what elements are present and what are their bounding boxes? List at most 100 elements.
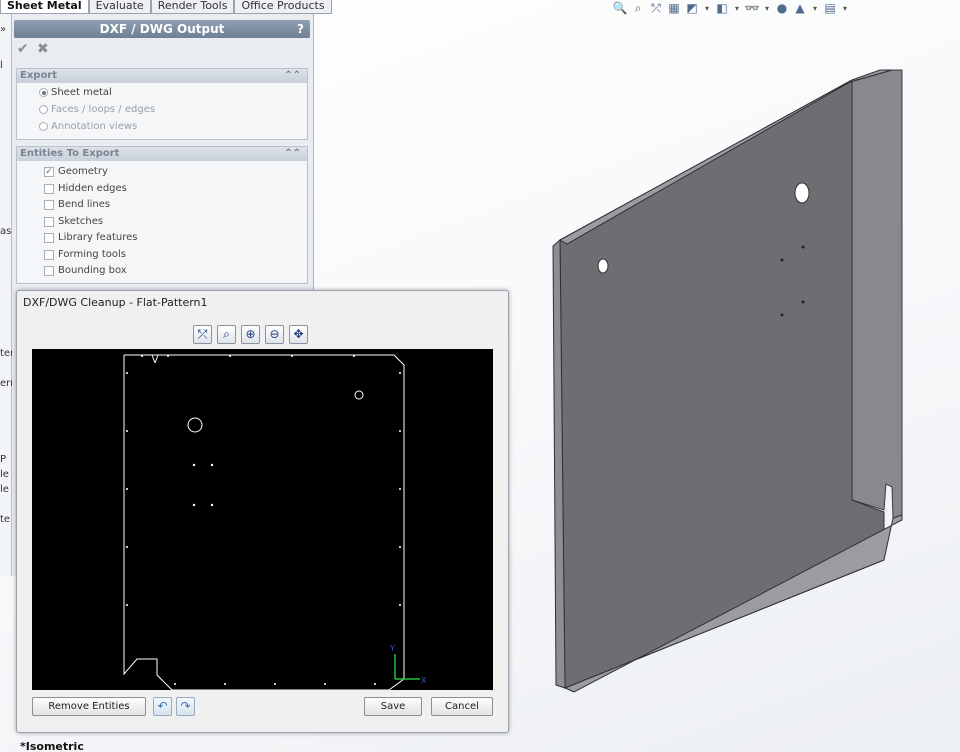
checkbox-checked-icon[interactable]: ✓ <box>44 166 54 177</box>
entities-group-header[interactable]: Entities To Export ⌃⌃ <box>17 147 307 161</box>
edge-hole <box>126 488 128 490</box>
check-sketches[interactable]: Sketches <box>44 216 103 227</box>
dropdown-arrow-icon[interactable]: ▾ <box>702 4 712 13</box>
strip-fragment: as <box>0 226 12 237</box>
collapse-icon[interactable]: ⌃⌃ <box>284 147 301 161</box>
zoom-in-out-icon[interactable]: ⊖ <box>265 325 284 344</box>
dropdown-arrow-icon[interactable]: ▾ <box>732 4 742 13</box>
x-icon[interactable]: ✖ <box>37 41 49 57</box>
check-forming-tools[interactable]: Forming tools <box>44 249 126 260</box>
radio-button[interactable] <box>39 122 48 131</box>
appearance-icon[interactable]: ● <box>774 1 790 15</box>
cancel-button[interactable]: Cancel <box>431 697 493 716</box>
zoom-area-icon[interactable]: ⌕ <box>630 1 646 16</box>
part-main-face <box>559 79 885 689</box>
edge-hole <box>224 683 226 685</box>
flat-pattern-preview[interactable]: Y X <box>32 349 493 691</box>
edge-hole <box>174 683 176 685</box>
checkbox-label: Sketches <box>58 216 104 227</box>
undo-icon[interactable]: ↶ <box>153 697 172 716</box>
save-button[interactable]: Save <box>364 697 422 716</box>
dropdown-arrow-icon[interactable]: ▾ <box>762 4 772 13</box>
small-hole <box>801 300 805 304</box>
hide-show-icon[interactable]: 👓 <box>744 1 760 15</box>
tab-evaluate[interactable]: Evaluate <box>88 0 151 14</box>
edge-hole <box>291 355 293 357</box>
entities-group-title: Entities To Export <box>20 148 120 159</box>
command-manager-tabs: Sheet Metal Evaluate Render Tools Office… <box>0 0 332 14</box>
edge-hole <box>374 683 376 685</box>
checkmark-icon[interactable]: ✔ <box>17 41 29 57</box>
hole <box>794 182 810 204</box>
radio-annotation-views[interactable]: Annotation views <box>39 121 137 132</box>
check-bend-lines[interactable]: Bend lines <box>44 199 110 210</box>
flat-pattern-drawing: Y X <box>123 354 427 691</box>
view-orientation-label: *Isometric <box>20 740 84 752</box>
zoom-area-icon[interactable]: ⊕ <box>241 325 260 344</box>
check-hidden-edges[interactable]: Hidden edges <box>44 183 127 194</box>
strip-fragment[interactable]: » <box>0 24 6 35</box>
checkbox[interactable] <box>44 249 54 260</box>
display-style-icon[interactable]: ◧ <box>714 1 730 15</box>
checkbox[interactable] <box>44 265 54 276</box>
radio-label: Annotation views <box>51 121 138 132</box>
select-icon[interactable]: ⤱ <box>193 325 212 344</box>
checkbox-label: Forming tools <box>58 249 126 260</box>
view-settings-icon[interactable]: ▤ <box>822 1 838 15</box>
dropdown-arrow-icon[interactable]: ▾ <box>810 4 820 13</box>
edge-hole <box>399 372 401 374</box>
checkbox[interactable] <box>44 183 54 194</box>
edge-hole <box>167 355 169 357</box>
radio-label: Faces / loops / edges <box>51 104 156 115</box>
notch <box>151 354 156 364</box>
redo-icon[interactable]: ↷ <box>176 697 195 716</box>
check-geometry[interactable]: ✓ Geometry <box>44 166 108 177</box>
y-axis-label: Y <box>389 644 395 653</box>
strip-fragment: P <box>0 454 7 465</box>
edge-hole <box>399 546 401 548</box>
small-hole <box>210 463 214 467</box>
pan-icon[interactable]: ✥ <box>289 325 308 344</box>
radio-button[interactable] <box>39 88 48 97</box>
previous-view-icon[interactable]: ⤱ <box>648 1 664 16</box>
edge-hole <box>126 546 128 548</box>
small-hole <box>780 313 784 317</box>
dxf-cleanup-dialog: DXF/DWG Cleanup - Flat-Pattern1 ⤱ ⌕ ⊕ ⊖ … <box>16 290 509 733</box>
view-orientation-icon[interactable]: ◩ <box>684 1 700 15</box>
radio-button[interactable] <box>39 105 48 114</box>
checkbox[interactable] <box>44 199 54 210</box>
collapse-icon[interactable]: ⌃⌃ <box>284 69 301 83</box>
help-icon[interactable]: ? <box>297 20 304 38</box>
checkbox[interactable] <box>44 232 54 243</box>
radio-faces-loops-edges[interactable]: Faces / loops / edges <box>39 104 155 115</box>
tab-render-tools[interactable]: Render Tools <box>150 0 235 14</box>
small-hole <box>780 258 784 262</box>
strip-fragment: le <box>0 469 9 480</box>
edge-hole <box>353 355 355 357</box>
strip-fragment: le <box>0 484 9 495</box>
check-bounding-box[interactable]: Bounding box <box>44 265 127 276</box>
edge-hole <box>399 488 401 490</box>
checkbox[interactable] <box>44 216 54 227</box>
scene-icon[interactable]: ▲ <box>792 1 808 15</box>
tab-sheet-metal[interactable]: Sheet Metal <box>0 0 89 14</box>
edge-hole <box>126 430 128 432</box>
zoom-fit-icon[interactable]: ⌕ <box>217 325 236 344</box>
check-library-features[interactable]: Library features <box>44 232 137 243</box>
radio-sheet-metal[interactable]: Sheet metal <box>39 87 112 98</box>
tab-office-products[interactable]: Office Products <box>234 0 332 14</box>
export-group-header[interactable]: Export ⌃⌃ <box>17 69 307 83</box>
dropdown-arrow-icon[interactable]: ▾ <box>840 4 850 13</box>
zoom-to-fit-icon[interactable]: 🔍 <box>612 1 628 15</box>
radio-label: Sheet metal <box>51 87 112 98</box>
strip-fragment: l <box>0 60 3 71</box>
remove-entities-button[interactable]: Remove Entities <box>32 697 146 716</box>
heads-up-toolbar: 🔍 ⌕ ⤱ ▦ ◩ ▾ ◧ ▾ 👓 ▾ ● ▲ ▾ ▤ ▾ <box>612 0 850 16</box>
checkbox-label: Hidden edges <box>58 183 127 194</box>
checkbox-label: Bounding box <box>58 265 127 276</box>
section-view-icon[interactable]: ▦ <box>666 1 682 15</box>
pm-title-bar: DXF / DWG Output ? <box>14 20 310 38</box>
strip-fragment: te <box>0 514 11 525</box>
hole <box>597 258 609 274</box>
notch <box>154 354 159 364</box>
